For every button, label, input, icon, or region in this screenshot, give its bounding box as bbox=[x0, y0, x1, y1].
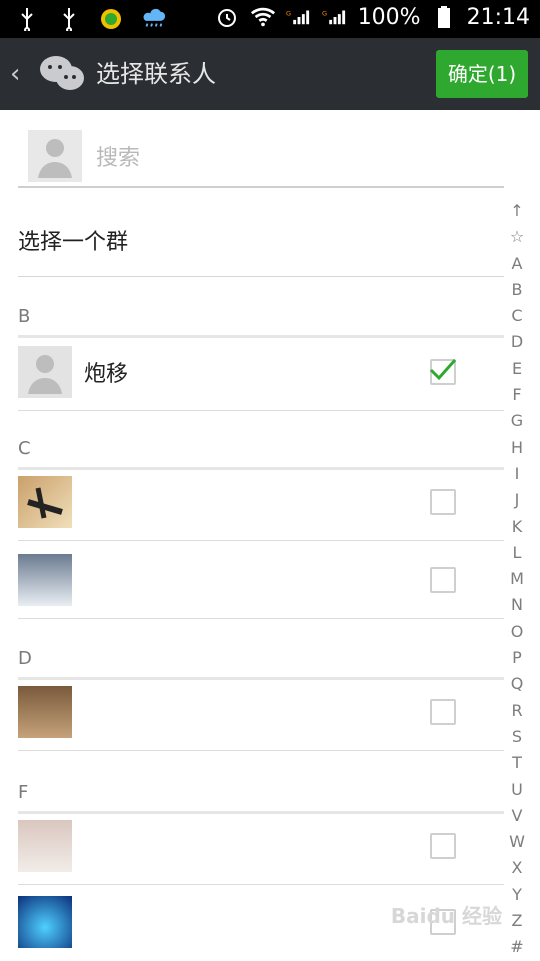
index-letter[interactable]: H bbox=[511, 435, 523, 461]
contact-row[interactable] bbox=[18, 820, 504, 885]
section-letter: B bbox=[18, 306, 31, 327]
alarm-icon bbox=[214, 4, 240, 30]
svg-text:G: G bbox=[286, 10, 291, 18]
contact-avatar bbox=[18, 554, 72, 606]
signal-icon: G bbox=[322, 4, 348, 30]
section-header-b: B bbox=[18, 306, 504, 338]
contact-name: 炮移 bbox=[84, 362, 129, 387]
index-letter[interactable]: B bbox=[512, 277, 523, 303]
index-letter[interactable]: X bbox=[512, 855, 523, 881]
section-letter: F bbox=[18, 782, 29, 803]
confirm-button[interactable]: 确定(1) bbox=[436, 50, 528, 98]
row-separator bbox=[18, 884, 504, 885]
battery-percent: 100% bbox=[357, 4, 421, 30]
status-bar: G G 100% 21:14 bbox=[0, 0, 540, 38]
index-letter[interactable]: S bbox=[512, 724, 522, 750]
contact-row[interactable]: 炮移 bbox=[18, 346, 504, 411]
search-underline bbox=[18, 186, 504, 188]
index-letter[interactable]: K bbox=[512, 514, 523, 540]
index-letter[interactable]: P bbox=[512, 645, 522, 671]
status-icons-right: G G 100% 21:14 bbox=[214, 4, 530, 30]
index-letter[interactable]: Y bbox=[512, 882, 522, 908]
usb-icon bbox=[56, 6, 82, 32]
index-letter[interactable]: N bbox=[511, 592, 523, 618]
clock: 21:14 bbox=[466, 4, 530, 30]
contact-avatar bbox=[18, 820, 72, 872]
wifi-icon bbox=[250, 4, 276, 30]
index-letter[interactable]: C bbox=[511, 303, 522, 329]
contact-avatar bbox=[18, 896, 72, 948]
index-letter[interactable]: R bbox=[511, 698, 522, 724]
contact-avatar bbox=[18, 686, 72, 738]
search-avatar-icon bbox=[28, 130, 82, 182]
section-letter: C bbox=[18, 438, 31, 459]
contact-checkbox[interactable] bbox=[430, 567, 456, 593]
index-letter[interactable]: A bbox=[512, 251, 523, 277]
index-letter[interactable]: L bbox=[513, 540, 522, 566]
index-letter[interactable]: Q bbox=[511, 671, 524, 697]
section-header-c: C bbox=[18, 438, 504, 470]
index-letter[interactable]: T bbox=[512, 750, 522, 776]
contact-row[interactable] bbox=[18, 554, 504, 619]
section-divider bbox=[18, 335, 504, 338]
section-header-d: D bbox=[18, 648, 504, 680]
contact-avatar bbox=[18, 346, 72, 398]
contact-checkbox[interactable] bbox=[430, 699, 456, 725]
index-letter[interactable]: ↑ bbox=[510, 198, 523, 224]
row-separator bbox=[18, 410, 504, 411]
row-separator bbox=[18, 618, 504, 619]
select-group-item[interactable]: 选择一个群 bbox=[18, 220, 504, 277]
weather-rain-icon bbox=[140, 6, 166, 32]
section-header-f: F bbox=[18, 782, 504, 814]
baidu-watermark: Baidu 经验 bbox=[390, 904, 502, 928]
contact-avatar bbox=[18, 476, 72, 528]
row-separator bbox=[18, 540, 504, 541]
index-letter[interactable]: V bbox=[512, 803, 523, 829]
index-letter[interactable]: F bbox=[512, 382, 521, 408]
wechat-icon bbox=[38, 54, 86, 94]
app-notification-icon bbox=[98, 6, 124, 32]
index-letter[interactable]: E bbox=[512, 356, 522, 382]
battery-icon bbox=[431, 4, 457, 30]
index-letter[interactable]: U bbox=[511, 777, 523, 803]
svg-text:G: G bbox=[322, 10, 327, 18]
top-app-bar: ‹ 选择联系人 确定(1) bbox=[0, 38, 540, 110]
contact-checkbox[interactable] bbox=[430, 833, 456, 859]
index-letter[interactable]: O bbox=[511, 619, 524, 645]
index-letter[interactable]: Z bbox=[512, 908, 523, 934]
alphabet-index[interactable]: ↑ ☆ A B C D E F G H I J K L M N O P Q R S T U V W X Y Z # bbox=[504, 198, 530, 961]
index-letter[interactable]: J bbox=[515, 487, 520, 513]
section-divider bbox=[18, 677, 504, 680]
index-letter[interactable]: G bbox=[511, 408, 523, 434]
section-divider bbox=[18, 811, 504, 814]
index-letter[interactable]: M bbox=[510, 566, 524, 592]
section-divider bbox=[18, 467, 504, 470]
contact-checkbox[interactable] bbox=[430, 489, 456, 515]
section-letter: D bbox=[18, 648, 32, 669]
index-letter[interactable]: D bbox=[511, 329, 523, 355]
contact-row[interactable] bbox=[18, 686, 504, 751]
status-icons-left bbox=[14, 6, 166, 32]
back-chevron-icon[interactable]: ‹ bbox=[10, 58, 28, 90]
select-group-label: 选择一个群 bbox=[18, 230, 129, 255]
contact-row[interactable] bbox=[18, 476, 504, 541]
usb-icon bbox=[14, 6, 40, 32]
index-letter[interactable]: I bbox=[515, 461, 520, 487]
index-letter[interactable]: W bbox=[509, 829, 525, 855]
row-separator bbox=[18, 750, 504, 751]
search-input[interactable]: 搜索 bbox=[96, 140, 140, 172]
contact-checkbox[interactable] bbox=[429, 359, 457, 385]
search-bar[interactable]: 搜索 bbox=[18, 126, 504, 188]
index-letter[interactable]: ☆ bbox=[510, 224, 524, 250]
index-letter[interactable]: # bbox=[510, 934, 523, 960]
page-title: 选择联系人 bbox=[96, 60, 216, 88]
signal-icon: G bbox=[286, 4, 312, 30]
